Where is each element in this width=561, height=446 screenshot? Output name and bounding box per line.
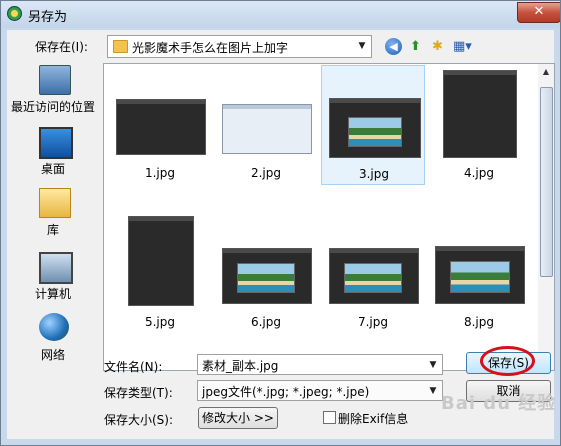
file-thumbnail (329, 98, 421, 158)
file-thumbnail (435, 246, 525, 304)
vertical-scrollbar[interactable]: ▲ ▼ (538, 63, 555, 371)
file-thumbnail (329, 248, 419, 304)
landscape-image (344, 263, 402, 293)
views-menu-icon[interactable]: ▦▾ (453, 38, 472, 55)
back-icon[interactable]: ◀ (385, 38, 402, 55)
delete-exif-checkbox[interactable] (323, 411, 336, 424)
landscape-image (237, 263, 295, 293)
save-in-label: 保存在(I): (35, 40, 88, 54)
new-folder-icon[interactable]: ✱ (429, 38, 446, 55)
file-item-selected[interactable]: 3.jpg (321, 65, 425, 185)
places-bar: 最近访问的位置 桌面 库 计算机 网络 (10, 61, 96, 367)
save-as-dialog: 另存为 ✕ 保存在(I): 光影魔术手怎么在图片上加字 ▼ ◀ ⬆ ✱ ▦▾ 最… (0, 0, 561, 446)
file-item[interactable]: 5.jpg (108, 212, 212, 332)
file-list: 1.jpg 2.jpg 3.jpg 4.jpg 5.jpg 6.jpg 7.jp… (103, 63, 539, 371)
save-in-combobox[interactable]: 光影魔术手怎么在图片上加字 ▼ (107, 35, 372, 58)
window-title: 另存为 (28, 10, 68, 25)
app-icon (7, 6, 22, 21)
resize-button[interactable]: 修改大小 >> (198, 407, 278, 429)
file-thumbnail (222, 248, 312, 304)
computer-icon (39, 252, 73, 284)
title-bar[interactable]: 另存为 ✕ (1, 1, 560, 28)
file-item[interactable]: 7.jpg (321, 212, 425, 332)
filetype-value: jpeg文件(*.jpg; *.jpeg; *.jpe) (202, 385, 370, 399)
file-item[interactable]: 2.jpg (214, 66, 318, 186)
save-size-label: 保存大小(S): (104, 413, 174, 427)
folder-icon (113, 40, 128, 53)
file-name: 2.jpg (250, 166, 282, 180)
file-thumbnail (128, 216, 194, 306)
file-thumbnail (443, 70, 517, 158)
current-folder-name: 光影魔术手怎么在图片上加字 (132, 41, 289, 55)
file-name: 6.jpg (250, 315, 282, 329)
highlight-circle (480, 346, 535, 376)
filename-label: 文件名(N): (104, 360, 163, 374)
up-folder-icon[interactable]: ⬆ (407, 38, 424, 55)
scrollbar-thumb[interactable] (540, 87, 553, 277)
landscape-image (450, 261, 510, 293)
place-label: 桌面 (40, 162, 65, 176)
file-item[interactable]: 1.jpg (108, 66, 212, 186)
landscape-image (348, 117, 402, 147)
place-label: 计算机 (34, 287, 71, 301)
scroll-up-icon[interactable]: ▲ (538, 64, 554, 80)
file-thumbnail (116, 99, 206, 155)
file-name: 5.jpg (144, 315, 176, 329)
filename-value: 素材_副本.jpg (202, 359, 279, 373)
place-label: 库 (46, 223, 59, 237)
file-name: 3.jpg (358, 167, 390, 181)
file-item[interactable]: 6.jpg (214, 212, 318, 332)
filename-input[interactable]: 素材_副本.jpg ▼ (197, 354, 443, 375)
place-label: 最近访问的位置 (10, 100, 95, 114)
filetype-label: 保存类型(T): (104, 386, 173, 400)
file-name: 8.jpg (463, 315, 495, 329)
watermark: Bai du 经验 (441, 393, 557, 414)
delete-exif-label: 删除Exif信息 (338, 412, 409, 426)
filetype-select[interactable]: jpeg文件(*.jpg; *.jpeg; *.jpe) ▼ (197, 380, 443, 401)
close-button[interactable]: ✕ (517, 2, 560, 23)
chevron-down-icon[interactable]: ▼ (355, 38, 369, 54)
library-icon (39, 188, 71, 218)
chevron-down-icon[interactable]: ▼ (426, 357, 440, 373)
file-item[interactable]: 4.jpg (427, 66, 531, 186)
file-name: 7.jpg (357, 315, 389, 329)
network-icon (39, 313, 69, 341)
recent-places-icon (39, 65, 71, 95)
file-name: 1.jpg (144, 166, 176, 180)
desktop-icon (39, 127, 73, 159)
place-label: 网络 (40, 348, 65, 362)
file-item[interactable]: 8.jpg (427, 212, 531, 332)
chevron-down-icon[interactable]: ▼ (426, 383, 440, 399)
dialog-body: 保存在(I): 光影魔术手怎么在图片上加字 ▼ ◀ ⬆ ✱ ▦▾ 最近访问的位置… (7, 30, 555, 439)
file-name: 4.jpg (463, 166, 495, 180)
file-thumbnail (222, 104, 312, 154)
